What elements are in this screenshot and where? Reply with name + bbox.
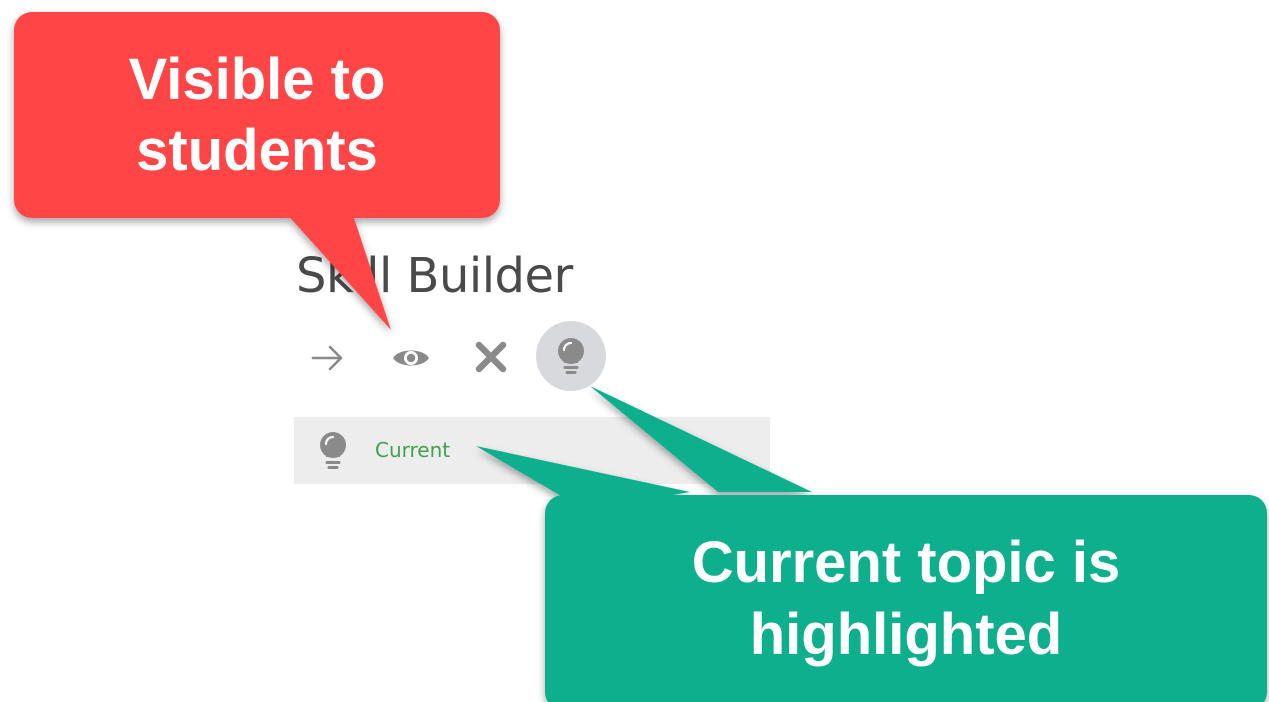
page-title: Skill Builder (296, 248, 573, 304)
callout-current-topic-highlighted: Current topic is highlighted (545, 495, 1267, 702)
current-topic-label: Current (375, 438, 451, 462)
callout-visible-line-2: students (136, 118, 378, 183)
visibility-toggle-button[interactable] (389, 338, 433, 378)
lightbulb-icon (320, 432, 346, 469)
page: Skill Builder Current Visible to student… (0, 0, 1269, 702)
callout-highlighted-line-1: Current topic is (691, 530, 1121, 596)
eye-icon (393, 350, 429, 366)
move-button[interactable] (308, 338, 348, 378)
close-icon (475, 341, 507, 373)
lightbulb-icon (558, 338, 584, 374)
current-topic-row: Current (294, 417, 770, 484)
delete-button[interactable] (470, 336, 512, 378)
highlight-topic-button[interactable] (536, 321, 606, 391)
callout-visible-to-students: Visible to students (14, 12, 500, 218)
callout-visible-line-1: Visible to (128, 46, 386, 112)
arrow-right-icon (311, 345, 343, 371)
callout-highlighted-line-2: highlighted (749, 601, 1063, 667)
